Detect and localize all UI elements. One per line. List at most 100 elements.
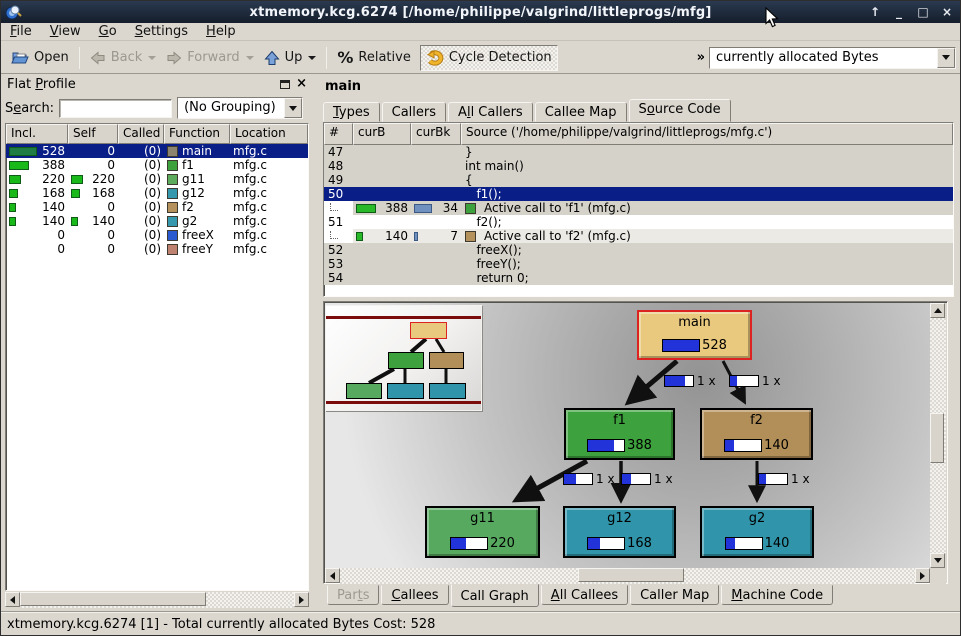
scrollbar-thumb[interactable]: [20, 592, 206, 606]
graph-vscrollbar[interactable]: [930, 303, 946, 568]
scroll-down-button[interactable]: [930, 553, 945, 568]
cycle-arrow-icon: [426, 50, 444, 66]
forward-dropdown-icon[interactable]: [246, 56, 254, 60]
column-header-location[interactable]: Location: [230, 124, 308, 144]
tab-machine-code[interactable]: Machine Code: [721, 585, 833, 605]
shade-button[interactable]: ↑: [868, 1, 882, 23]
combo-arrow-button[interactable]: [284, 98, 302, 118]
column-header-incl[interactable]: Incl.: [6, 124, 68, 144]
graph-node-g11[interactable]: g11 220: [425, 506, 540, 558]
graph-node-g12[interactable]: g12 168: [563, 506, 676, 558]
open-button[interactable]: Open: [6, 45, 74, 71]
flat-profile-hscrollbar[interactable]: [5, 592, 309, 608]
search-input[interactable]: [59, 99, 172, 118]
source-line-selected[interactable]: 50 f1();: [324, 187, 953, 201]
table-row-g12[interactable]: 168 168 (0) g12 mfg.c: [6, 186, 308, 200]
status-text: xtmemory.kcg.6274 [1] - Total currently …: [7, 617, 435, 632]
column-header-curb[interactable]: curB: [353, 123, 411, 145]
dock-close-button[interactable]: ×: [296, 79, 307, 89]
tab-source-code[interactable]: Source Code: [629, 99, 731, 122]
source-line[interactable]: 51 f2();: [324, 215, 953, 229]
column-header-called[interactable]: Called: [118, 124, 164, 144]
event-type-combobox[interactable]: currently allocated Bytes: [709, 47, 956, 69]
table-row-freeX[interactable]: 0 0 (0) freeX mfg.c: [6, 228, 308, 242]
tab-call-graph[interactable]: Call Graph: [451, 584, 539, 607]
function-icon: [167, 216, 178, 227]
tab-callees[interactable]: Callees: [381, 585, 448, 605]
source-call-line[interactable]: 140 7 Active call to 'f2' (mfg.c): [324, 229, 953, 243]
tab-callers[interactable]: Callers: [382, 102, 446, 122]
chevron-down-icon: [942, 55, 950, 60]
tab-caller-map[interactable]: Caller Map: [630, 585, 719, 605]
tab-all-callees[interactable]: All Callees: [541, 585, 628, 605]
scrollbar-track[interactable]: [340, 568, 915, 584]
scrollbar-thumb[interactable]: [578, 568, 684, 582]
table-row-g11[interactable]: 220 220 (0) g11 mfg.c: [6, 172, 308, 186]
source-line[interactable]: 49{: [324, 173, 953, 187]
arrow-right-icon: [920, 572, 925, 580]
combo-arrow-button[interactable]: [937, 48, 955, 68]
maximize-button[interactable]: □: [916, 1, 930, 23]
source-line[interactable]: 54 return 0;: [324, 271, 953, 285]
table-row-freeY[interactable]: 0 0 (0) freeY mfg.c: [6, 242, 308, 256]
graph-node-main[interactable]: main 528: [637, 310, 752, 360]
dock-float-button[interactable]: [280, 80, 290, 89]
graph-hscrollbar[interactable]: [325, 568, 930, 584]
dock-titlebar[interactable]: Flat Profile ×: [3, 75, 311, 93]
menu-file[interactable]: File: [1, 23, 41, 41]
scrollbar-thumb[interactable]: [930, 413, 944, 463]
graph-overview-map[interactable]: [325, 305, 482, 411]
scrollbar-track[interactable]: [930, 318, 946, 553]
menu-go[interactable]: Go: [90, 23, 126, 41]
column-header-source[interactable]: Source ('/home/philippe/valgrind/littlep…: [461, 123, 953, 145]
window-title: xtmemory.kcg.6274 [/home/philippe/valgri…: [1, 5, 960, 20]
toolbar-overflow-chevron[interactable]: »: [693, 50, 709, 65]
up-button[interactable]: Up: [259, 45, 322, 71]
tab-types[interactable]: Types: [323, 102, 380, 122]
forward-button[interactable]: Forward: [161, 45, 258, 71]
source-line[interactable]: 47}: [324, 145, 953, 159]
source-line[interactable]: 48int main(): [324, 159, 953, 173]
scroll-up-button[interactable]: [930, 303, 945, 318]
open-folder-icon: [11, 50, 29, 66]
tab-parts[interactable]: Parts: [327, 585, 379, 605]
menu-help[interactable]: Help: [197, 23, 245, 41]
menu-view[interactable]: View: [41, 23, 90, 41]
menu-settings[interactable]: Settings: [126, 23, 197, 41]
scroll-left-button[interactable]: [325, 568, 340, 583]
table-row-main[interactable]: 528 0 (0) main mfg.c: [6, 144, 308, 158]
tab-all-callers[interactable]: All Callers: [448, 102, 533, 122]
source-line[interactable]: 52 freeX();: [324, 243, 953, 257]
cost-bar: [71, 175, 83, 184]
source-call-line[interactable]: 388 34 Active call to 'f1' (mfg.c): [324, 201, 953, 215]
tab-callee-map[interactable]: Callee Map: [535, 102, 627, 122]
scroll-right-button[interactable]: [294, 592, 309, 607]
column-header-self[interactable]: Self: [68, 124, 118, 144]
column-header-function[interactable]: Function: [164, 124, 230, 144]
relative-button[interactable]: % Relative: [332, 45, 415, 71]
call-graph-canvas[interactable]: main 528 f1 388 f2 140 g11 220: [325, 303, 930, 568]
graph-node-f2[interactable]: f2 140: [700, 408, 813, 460]
table-row-f2[interactable]: 140 0 (0) f2 mfg.c: [6, 200, 308, 214]
up-dropdown-icon[interactable]: [308, 56, 316, 60]
call-cost-bar: [621, 473, 651, 485]
title-bar[interactable]: xtmemory.kcg.6274 [/home/philippe/valgri…: [1, 1, 960, 23]
cost-bar: [9, 203, 16, 212]
scroll-right-button[interactable]: [915, 568, 930, 583]
table-row-f1[interactable]: 388 0 (0) f1 mfg.c: [6, 158, 308, 172]
column-header-curbk[interactable]: curBk: [411, 123, 461, 145]
graph-node-f1[interactable]: f1 388: [564, 408, 675, 460]
scroll-left-button[interactable]: [5, 592, 20, 607]
source-line[interactable]: 53 freeY();: [324, 257, 953, 271]
close-button[interactable]: ×: [940, 1, 954, 23]
source-code-view: # curB curBk Source ('/home/philippe/val…: [323, 122, 954, 297]
cycle-detection-button[interactable]: Cycle Detection: [420, 45, 558, 71]
grouping-combobox[interactable]: (No Grouping): [177, 97, 303, 119]
graph-node-g2[interactable]: g2 140: [700, 506, 814, 558]
table-row-g2[interactable]: 140 140 (0) g2 mfg.c: [6, 214, 308, 228]
back-button[interactable]: Back: [85, 45, 162, 71]
column-header-line[interactable]: #: [324, 123, 353, 145]
minimize-button[interactable]: _: [892, 1, 906, 23]
back-dropdown-icon[interactable]: [148, 56, 156, 60]
scrollbar-track[interactable]: [20, 592, 294, 608]
